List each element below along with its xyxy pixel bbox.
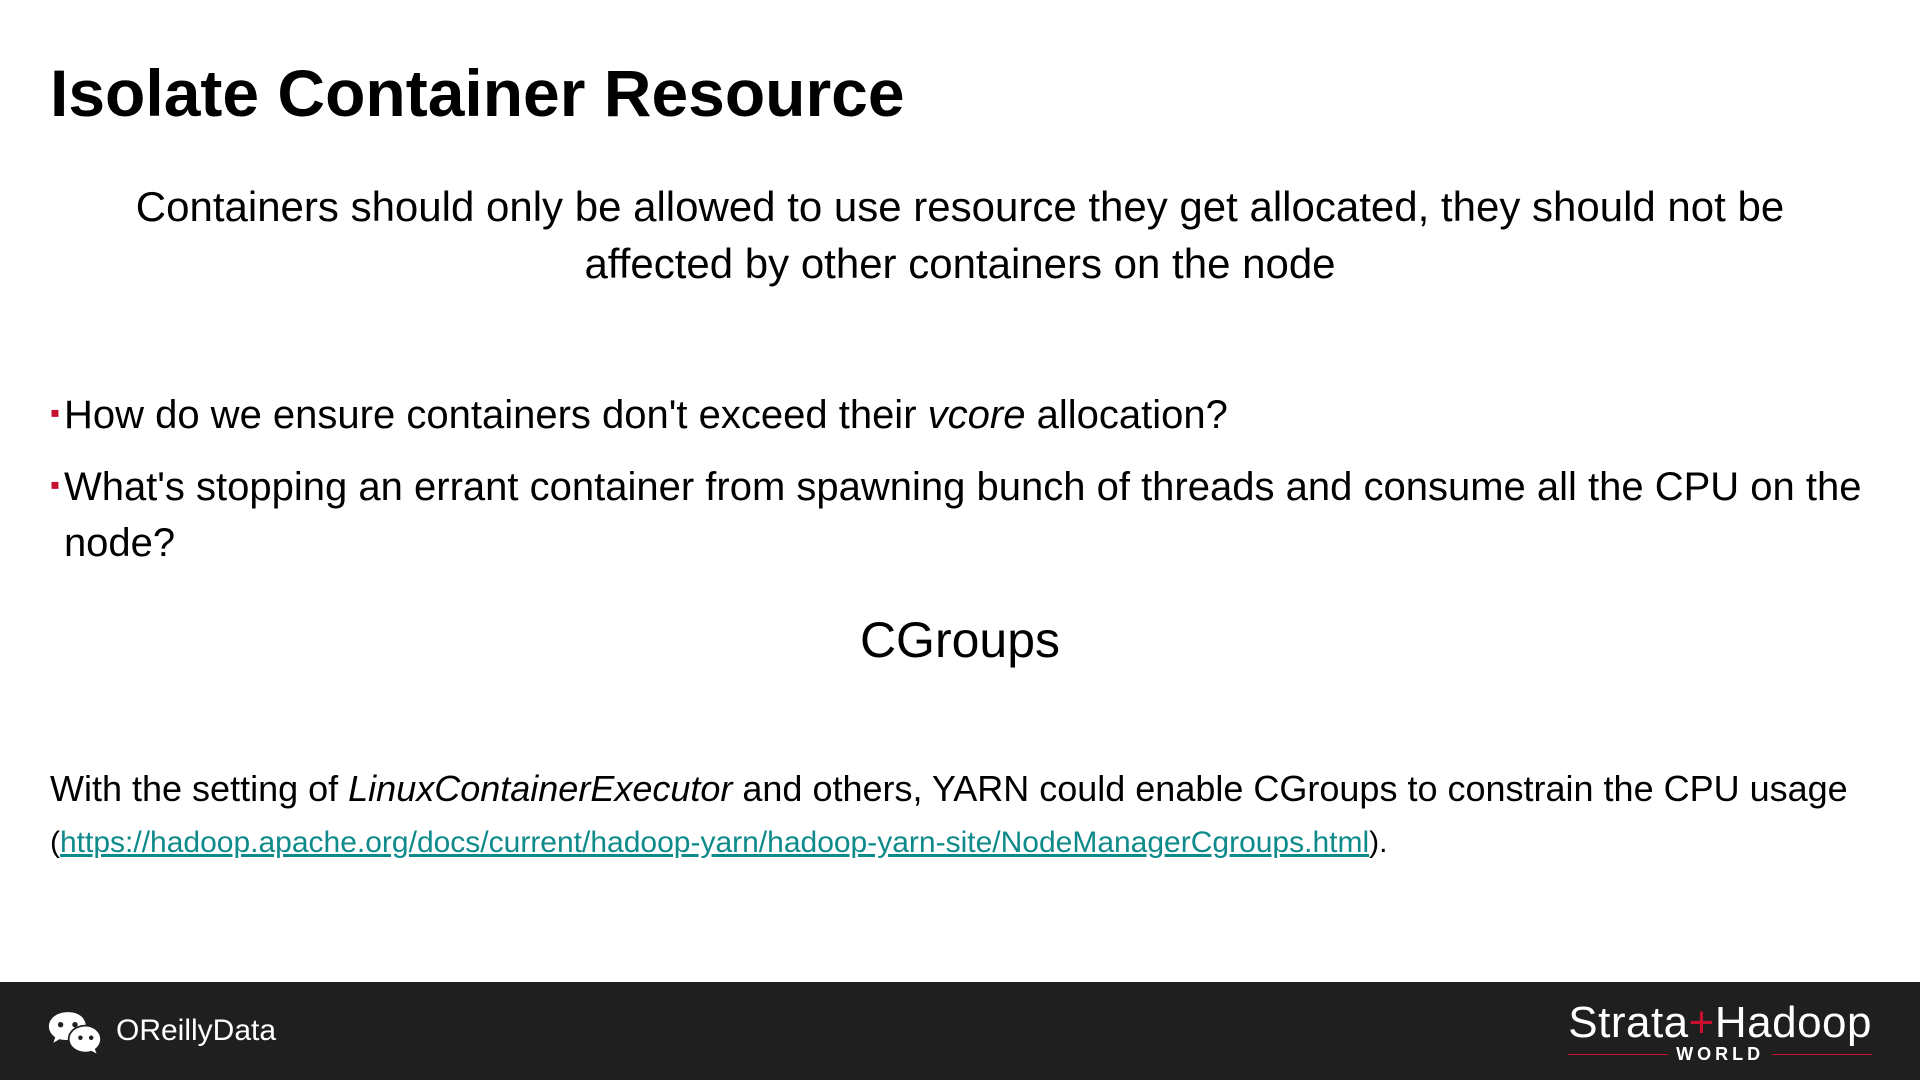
slide-title: Isolate Container Resource	[50, 55, 1870, 131]
bullet-item: ▪ How do we ensure containers don't exce…	[50, 387, 1870, 443]
divider-line-icon	[1568, 1054, 1668, 1055]
bullet-text-italic: vcore	[928, 393, 1026, 437]
footer-left-label: OReillyData	[116, 1014, 276, 1048]
footer-left: OReillyData	[48, 1008, 276, 1054]
footnote: With the setting of LinuxContainerExecut…	[50, 764, 1870, 865]
bullet-text: What's stopping an errant container from…	[64, 459, 1870, 571]
content-area: Isolate Container Resource Containers sh…	[0, 0, 1920, 865]
footer-bar: OReillyData Strata+Hadoop WORLD	[0, 982, 1920, 1080]
footnote-link[interactable]: https://hadoop.apache.org/docs/current/h…	[60, 826, 1369, 859]
bullet-marker-icon: ▪	[50, 459, 60, 571]
footer-brand: Strata+Hadoop WORLD	[1568, 998, 1872, 1065]
footnote-mid: and others, YARN could enable CGroups to…	[732, 768, 1847, 809]
bullet-list: ▪ How do we ensure containers don't exce…	[50, 387, 1870, 571]
brand-plus: +	[1689, 998, 1715, 1047]
brand-strata: Strata	[1568, 998, 1688, 1047]
slide: Isolate Container Resource Containers sh…	[0, 0, 1920, 1080]
footnote-italic: LinuxContainerExecutor	[348, 768, 732, 809]
bullet-marker-icon: ▪	[50, 387, 60, 443]
divider-line-icon	[1772, 1054, 1872, 1055]
footnote-pre: With the setting of	[50, 768, 348, 809]
slide-subtitle: Containers should only be allowed to use…	[70, 179, 1850, 292]
bullet-item: ▪ What's stopping an errant container fr…	[50, 459, 1870, 571]
footnote-paren-close: ).	[1369, 826, 1387, 859]
footer-brand-main: Strata+Hadoop	[1568, 998, 1872, 1048]
bullet-text: How do we ensure containers don't exceed…	[64, 387, 1870, 443]
brand-world: WORLD	[1676, 1044, 1764, 1065]
cgroups-heading: CGroups	[50, 611, 1870, 669]
wechat-icon	[48, 1008, 102, 1054]
footnote-paren-open: (	[50, 826, 60, 859]
bullet-text-pre: What's stopping an errant container from…	[64, 465, 1862, 565]
brand-hadoop: Hadoop	[1715, 998, 1872, 1047]
bullet-text-pre: How do we ensure containers don't exceed…	[64, 393, 928, 437]
bullet-text-post: allocation?	[1025, 393, 1227, 437]
